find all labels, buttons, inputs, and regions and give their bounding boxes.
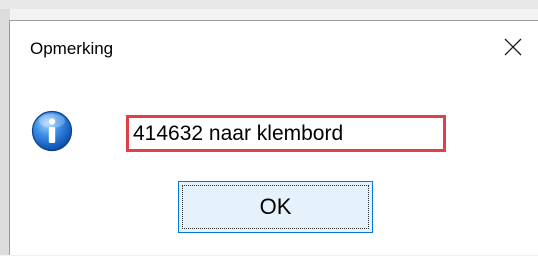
- dialog-title: Opmerking: [30, 39, 114, 58]
- information-icon: [31, 110, 73, 152]
- dialog-title-bar: Opmerking: [10, 21, 538, 77]
- background-window-strip: [0, 0, 538, 9]
- ok-button-label: OK: [259, 194, 292, 219]
- message-highlight: 414632 naar klembord: [126, 115, 446, 152]
- message-dialog: Opmerking 414632 naar klembord OK: [9, 20, 538, 256]
- close-button[interactable]: [488, 21, 538, 73]
- dialog-footer: OK: [10, 177, 538, 256]
- close-icon: [504, 38, 522, 56]
- dialog-content: 414632 naar klembord: [10, 77, 538, 177]
- ok-button[interactable]: OK: [178, 181, 373, 233]
- message-text: 414632 naar klembord: [133, 122, 344, 145]
